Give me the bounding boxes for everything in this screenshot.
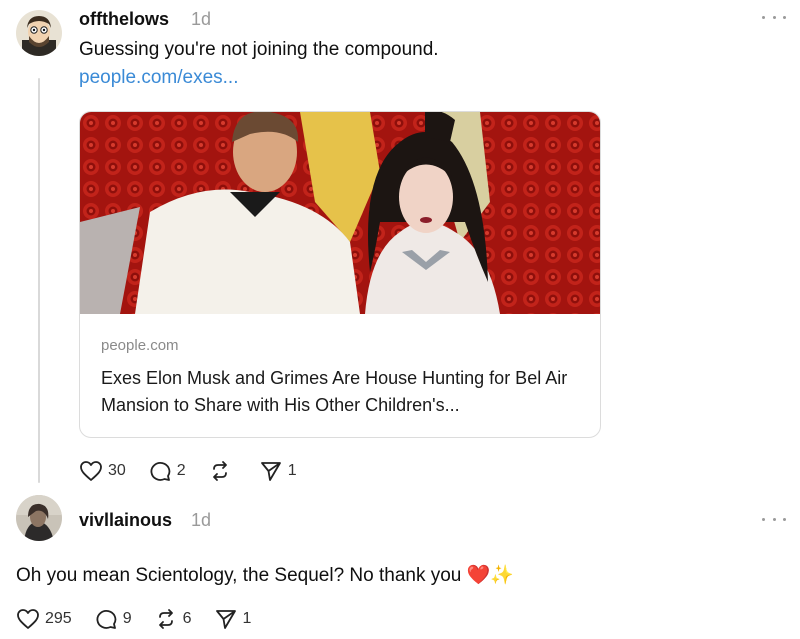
repost-icon xyxy=(158,609,173,629)
card-title: Exes Elon Musk and Grimes Are House Hunt… xyxy=(101,368,568,415)
heart-icon xyxy=(17,609,39,629)
comment-icon xyxy=(150,462,171,481)
avatar-vivllainous[interactable] xyxy=(16,495,62,541)
reply-count: 9 xyxy=(122,610,132,627)
repost-button[interactable]: 6 xyxy=(154,608,192,630)
share-button[interactable]: 1 xyxy=(214,608,252,630)
send-icon xyxy=(260,462,281,481)
like-button[interactable]: 30 xyxy=(79,460,126,482)
comment-icon xyxy=(96,610,117,629)
username-vivllainous[interactable]: vivllainous xyxy=(79,510,172,531)
reply-count: 2 xyxy=(176,462,186,479)
thread-line xyxy=(38,78,40,483)
share-button[interactable]: 1 xyxy=(259,460,297,482)
post-link[interactable]: people.com/exes... xyxy=(79,67,238,89)
post-text: Guessing you're not joining the compound… xyxy=(79,39,439,60)
repost-icon xyxy=(212,461,227,481)
send-icon xyxy=(215,610,236,629)
reply-button[interactable]: 9 xyxy=(94,608,132,630)
link-preview-image xyxy=(80,112,600,314)
like-button[interactable]: 295 xyxy=(16,608,72,630)
post-time: 1d xyxy=(191,9,212,29)
post-text: Oh you mean Scientology, the Sequel? No … xyxy=(16,563,514,587)
like-count: 30 xyxy=(108,462,126,479)
avatar-photo-icon xyxy=(16,495,62,541)
avatar-offthelows[interactable] xyxy=(16,10,62,56)
reply-button[interactable]: 2 xyxy=(148,460,186,482)
username-offthelows[interactable]: offthelows xyxy=(79,9,169,30)
post-text-body: Oh you mean Scientology, the Sequel? No … xyxy=(16,565,462,586)
share-count: 1 xyxy=(287,462,297,479)
heart-sparkle-emoji: ❤️✨ xyxy=(466,564,514,586)
more-icon[interactable] xyxy=(762,12,786,22)
like-count: 295 xyxy=(45,610,72,627)
more-icon[interactable] xyxy=(762,514,786,524)
repost-button[interactable] xyxy=(208,460,237,482)
post-actions: 30 2 1 xyxy=(79,460,319,482)
repost-count: 6 xyxy=(182,610,192,627)
card-domain: people.com xyxy=(101,337,179,354)
share-count: 1 xyxy=(242,610,252,627)
post-time: 1d xyxy=(191,510,212,530)
post-actions: 295 9 6 1 xyxy=(16,608,273,630)
link-preview-card[interactable]: people.com Exes Elon Musk and Grimes Are… xyxy=(79,111,601,438)
avatar-cartoon-icon xyxy=(16,10,62,56)
heart-icon xyxy=(80,461,102,481)
